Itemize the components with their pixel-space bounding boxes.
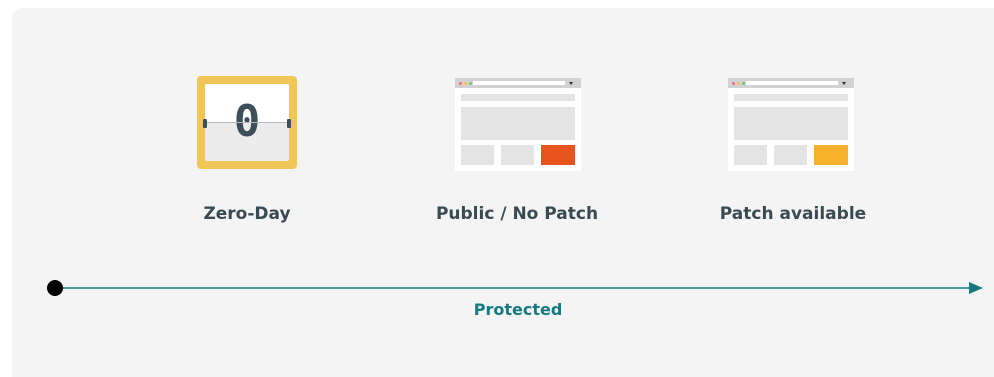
timeline-start-marker: [47, 280, 63, 296]
timeline: [47, 280, 983, 296]
timeline-label: Protected: [473, 300, 563, 319]
timeline-arrowhead: [969, 282, 983, 294]
